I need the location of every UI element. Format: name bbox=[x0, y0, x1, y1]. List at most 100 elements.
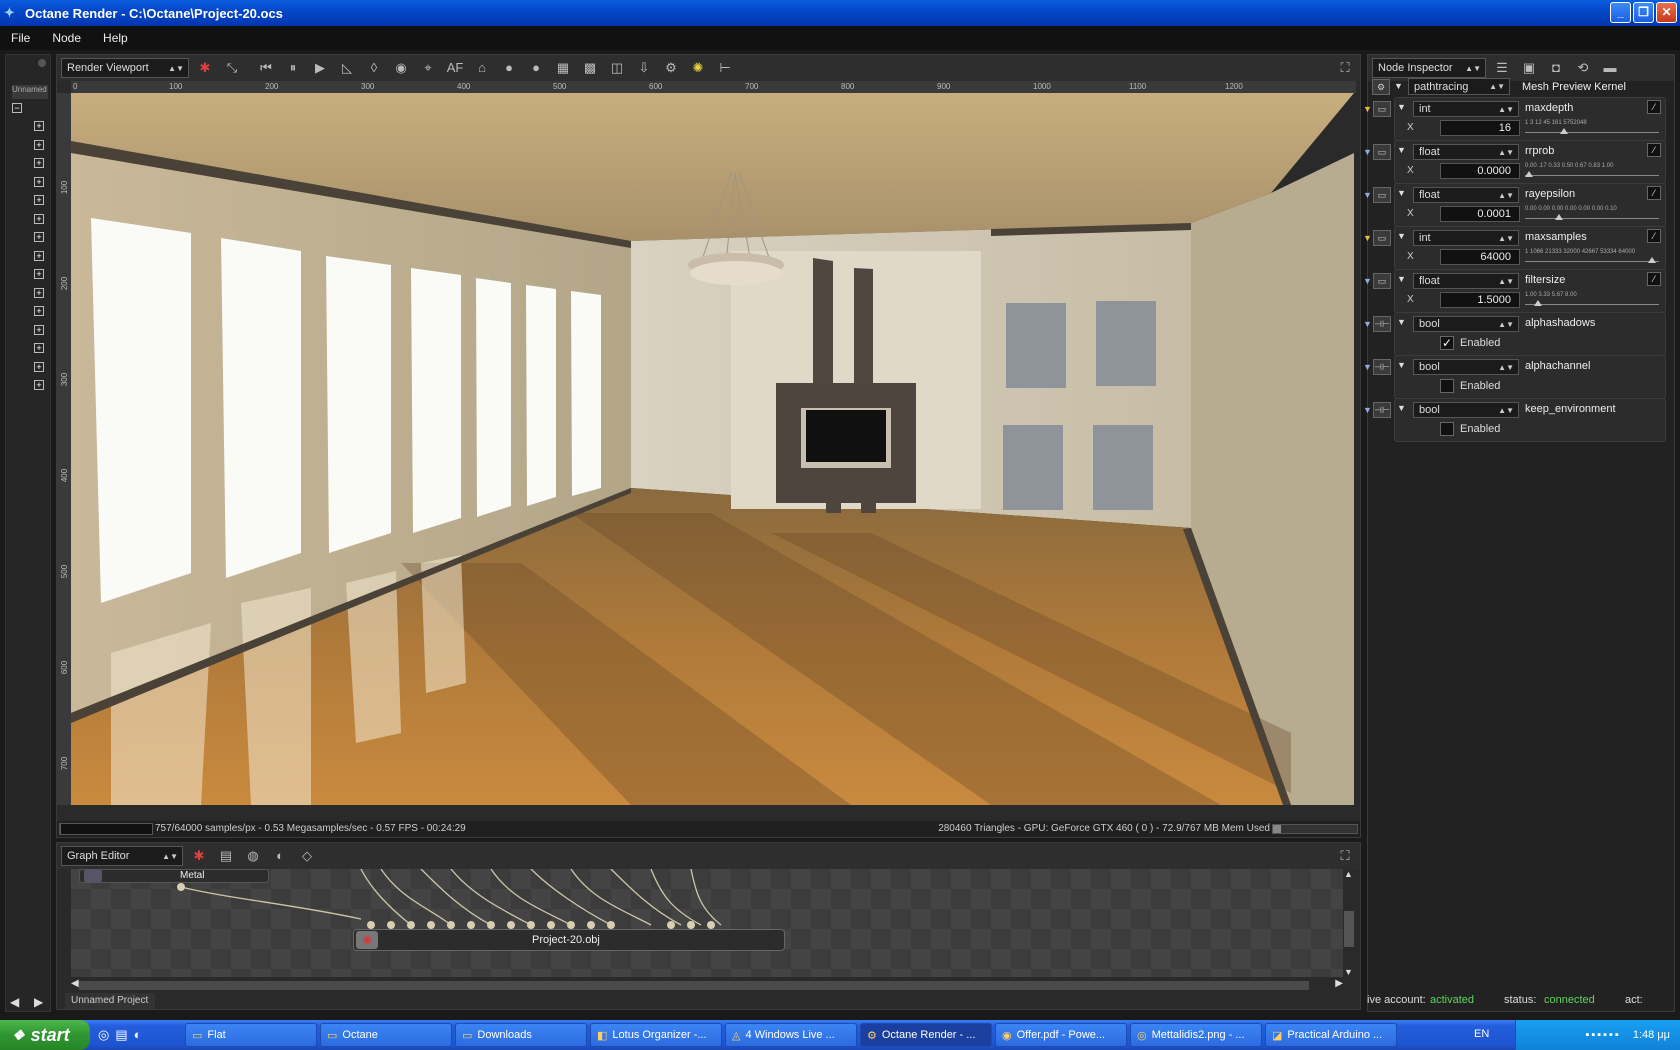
param-type-icon[interactable]: ▭ bbox=[1373, 101, 1391, 117]
curve-icon[interactable]: ⁄ bbox=[1647, 186, 1661, 200]
viewport-combo[interactable]: Render Viewport ▲▼ bbox=[61, 58, 189, 78]
taskbar-item[interactable]: ◪ Practical Arduino ... bbox=[1265, 1023, 1397, 1047]
menu-node[interactable]: Node bbox=[41, 31, 92, 45]
autofocus-off-icon[interactable]: ◊ bbox=[363, 58, 385, 78]
reset-render-icon[interactable]: ✱ bbox=[194, 58, 216, 78]
reset-graph-icon[interactable]: ✱ bbox=[188, 846, 210, 866]
panel-pin-icon[interactable] bbox=[38, 59, 46, 67]
autofocus-label[interactable]: AF bbox=[444, 58, 466, 78]
curve-icon[interactable]: ⁄ bbox=[1647, 229, 1661, 243]
lock-icon[interactable]: ● bbox=[498, 58, 520, 78]
slider-thumb[interactable] bbox=[1648, 257, 1657, 263]
tree-expand-icon[interactable]: + bbox=[34, 306, 44, 316]
collapse-triangle-icon[interactable]: ▼ bbox=[1397, 145, 1406, 155]
tree-expand-icon[interactable]: + bbox=[34, 324, 44, 335]
menu-help[interactable]: Help bbox=[92, 31, 139, 45]
type-combo[interactable]: float ▲▼ bbox=[1413, 144, 1519, 160]
kernel-combo[interactable]: pathtracing ▲▼ bbox=[1408, 78, 1510, 95]
arrow-left-icon[interactable]: ◀ bbox=[10, 995, 19, 1009]
save-preset-icon[interactable]: ◘ bbox=[1545, 58, 1567, 78]
minimize-button[interactable]: _ bbox=[1610, 2, 1631, 23]
link-triangle-icon[interactable]: ▼ bbox=[1363, 362, 1372, 372]
save-image-icon[interactable]: ⇩ bbox=[633, 58, 655, 78]
scroll-right-icon[interactable]: ▶ bbox=[1335, 978, 1343, 989]
type-combo[interactable]: bool ▲▼ bbox=[1413, 402, 1519, 418]
collapse-triangle-icon[interactable]: ▼ bbox=[1397, 317, 1406, 327]
link-triangle-icon[interactable]: ▼ bbox=[1363, 405, 1372, 415]
menu-file[interactable]: File bbox=[0, 31, 41, 45]
enabled-checkbox[interactable]: ✓ bbox=[1440, 336, 1454, 350]
inspector-combo[interactable]: Node Inspector ▲▼ bbox=[1372, 58, 1486, 78]
slider-thumb[interactable] bbox=[1555, 214, 1564, 220]
tree-expand-icon[interactable]: + bbox=[34, 287, 44, 298]
collapse-triangle-icon[interactable]: ▼ bbox=[1397, 360, 1406, 370]
taskbar-item[interactable]: ◧ Lotus Organizer -... bbox=[590, 1023, 722, 1047]
maximize-panel-icon[interactable]: ⛶ bbox=[1334, 58, 1356, 78]
load-node-icon[interactable]: ▤ bbox=[215, 846, 237, 866]
tree-expand-icon[interactable]: + bbox=[34, 158, 44, 168]
param-type-icon[interactable]: ▭ bbox=[1373, 187, 1391, 203]
mesh-node[interactable]: ◉ Project-20.obj bbox=[353, 929, 785, 951]
slider-thumb[interactable] bbox=[1525, 171, 1533, 177]
play-icon[interactable]: ▶ bbox=[309, 58, 331, 78]
media-icon[interactable]: ◐ bbox=[134, 1027, 142, 1043]
param-type-icon[interactable]: ▭ bbox=[1373, 144, 1391, 160]
param-type-icon[interactable]: ▭ bbox=[1373, 230, 1391, 246]
tree-expand-icon[interactable]: + bbox=[34, 232, 44, 242]
param-slider[interactable]: 0.00 .17 0.33 0.50 0.67 0.83 1.00 bbox=[1525, 163, 1659, 181]
outliner-tab[interactable]: Unnamed bbox=[12, 85, 48, 99]
scroll-thumb[interactable] bbox=[1344, 911, 1354, 947]
type-combo[interactable]: int ▲▼ bbox=[1413, 101, 1519, 117]
expand-all-icon[interactable]: ▣ bbox=[1518, 58, 1540, 78]
bool-type-icon[interactable]: ⊣⊢ bbox=[1373, 359, 1391, 375]
collapse-triangle-icon[interactable]: ▼ bbox=[1397, 231, 1406, 241]
tree-expand-icon[interactable]: + bbox=[34, 176, 44, 187]
tree-expand-icon[interactable]: + bbox=[34, 195, 44, 205]
scroll-track[interactable] bbox=[79, 981, 1309, 990]
link-triangle-icon[interactable]: ▼ bbox=[1363, 147, 1372, 157]
curve-icon[interactable]: ⁄ bbox=[1647, 272, 1661, 286]
maximize-button[interactable]: ❐ bbox=[1633, 2, 1654, 23]
bool-type-icon[interactable]: ⊣⊢ bbox=[1373, 316, 1391, 332]
tree-expand-icon[interactable]: + bbox=[34, 343, 44, 353]
graph-vertical-scrollbar[interactable]: ▲ ▼ bbox=[1344, 869, 1356, 977]
compare-icon[interactable]: ◫ bbox=[606, 58, 628, 78]
tree-expand-icon[interactable]: + bbox=[34, 121, 44, 131]
render-output-image[interactable] bbox=[71, 93, 1354, 805]
param-value-input[interactable]: 1.5000 bbox=[1440, 292, 1520, 308]
scroll-left-icon[interactable]: ◀ bbox=[71, 978, 79, 989]
tree-expand-icon[interactable]: + bbox=[34, 269, 44, 279]
tree-expand-icon[interactable]: + bbox=[34, 380, 44, 390]
slider-thumb[interactable] bbox=[1560, 128, 1569, 134]
notepad-icon[interactable]: ▤ bbox=[115, 1027, 127, 1043]
tree-collapse-icon[interactable]: − bbox=[12, 103, 22, 113]
maximize-graph-icon[interactable]: ⛶ bbox=[1334, 846, 1356, 866]
node-graph-canvas[interactable]: Metal ◉ Project-20.obj bbox=[71, 869, 1343, 977]
sun-icon[interactable]: ✺ bbox=[687, 58, 709, 78]
close-button[interactable]: ✕ bbox=[1656, 2, 1677, 23]
language-indicator[interactable]: EN bbox=[1474, 1028, 1489, 1040]
taskbar-item[interactable]: ⚙ Octane Render - ... bbox=[860, 1023, 992, 1047]
tree-expand-icon[interactable]: + bbox=[34, 213, 44, 224]
collapse-triangle-icon[interactable]: ▼ bbox=[1397, 102, 1406, 112]
tree-expand-icon[interactable]: + bbox=[34, 361, 44, 372]
material-node-icon[interactable]: ◍ bbox=[242, 846, 264, 866]
tree-expand-icon[interactable]: + bbox=[34, 250, 44, 261]
graph-horizontal-scrollbar[interactable]: ◀ ▶ bbox=[71, 977, 1343, 993]
collapse-all-icon[interactable]: ☰ bbox=[1491, 58, 1513, 78]
collapse-triangle-icon[interactable]: ▼ bbox=[1397, 403, 1406, 413]
type-combo[interactable]: bool ▲▼ bbox=[1413, 359, 1519, 375]
browser-icon[interactable]: ◎ bbox=[98, 1027, 109, 1043]
texture-node-icon[interactable]: ◐ bbox=[269, 846, 291, 866]
type-combo[interactable]: float ▲▼ bbox=[1413, 273, 1519, 289]
inspector-menu-icon[interactable]: ▬ bbox=[1599, 58, 1621, 78]
param-value-input[interactable]: 64000 bbox=[1440, 249, 1520, 265]
taskbar-item[interactable]: ▭ Octane bbox=[320, 1023, 452, 1047]
taskbar-item[interactable]: ◎ Mettalidis2.png - ... bbox=[1130, 1023, 1262, 1047]
link-triangle-icon[interactable]: ▼ bbox=[1363, 104, 1372, 114]
focus-picker-icon[interactable]: ◺ bbox=[336, 58, 358, 78]
curve-icon[interactable]: ⁄ bbox=[1647, 143, 1661, 157]
region-icon[interactable]: ● bbox=[525, 58, 547, 78]
camera-icon[interactable]: ◉ bbox=[390, 58, 412, 78]
tray-icons[interactable]: ▪▪▪▪▪▪ bbox=[1585, 1029, 1620, 1041]
